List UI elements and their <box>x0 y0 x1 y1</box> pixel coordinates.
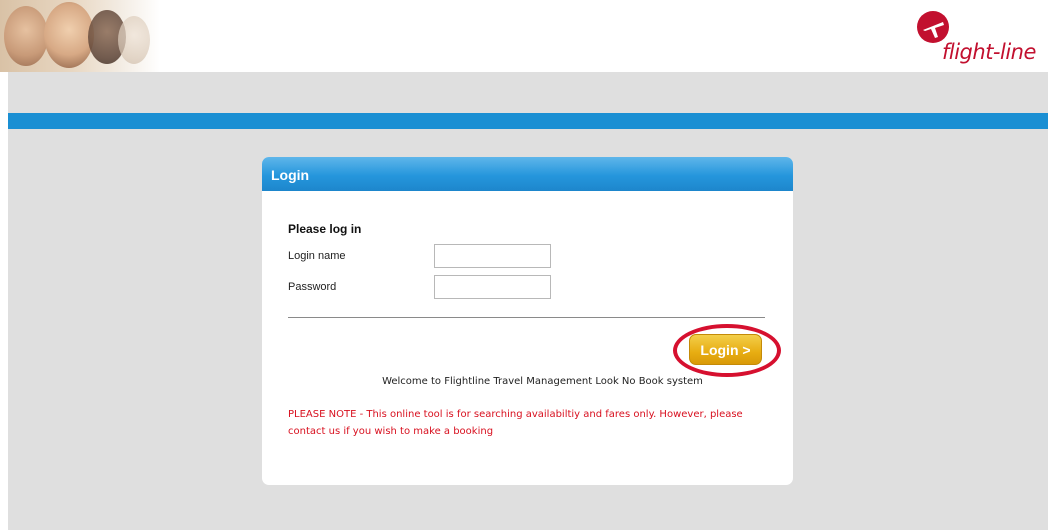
password-input[interactable] <box>434 275 551 299</box>
login-panel: Login Please log in Login name Password … <box>262 157 793 485</box>
airplane-icon <box>917 11 949 43</box>
divider <box>288 317 765 318</box>
booking-note: PLEASE NOTE - This online tool is for se… <box>288 409 743 437</box>
people-photo <box>0 0 160 72</box>
welcome-text: Welcome to Flightline Travel Management … <box>382 376 703 387</box>
person-face <box>118 16 150 64</box>
logo-text: flight-line <box>942 40 1036 64</box>
login-name-input[interactable] <box>434 244 551 268</box>
login-name-label: Login name <box>288 250 346 262</box>
password-label: Password <box>288 281 337 293</box>
person-face <box>4 6 48 66</box>
panel-title: Login <box>262 157 793 191</box>
person-face <box>44 2 94 68</box>
blue-band <box>8 113 1048 129</box>
login-button[interactable]: Login > <box>689 334 762 365</box>
header: flight-line <box>0 0 1048 72</box>
flight-line-logo: flight-line <box>906 8 1048 72</box>
login-heading: Please log in <box>288 222 362 236</box>
